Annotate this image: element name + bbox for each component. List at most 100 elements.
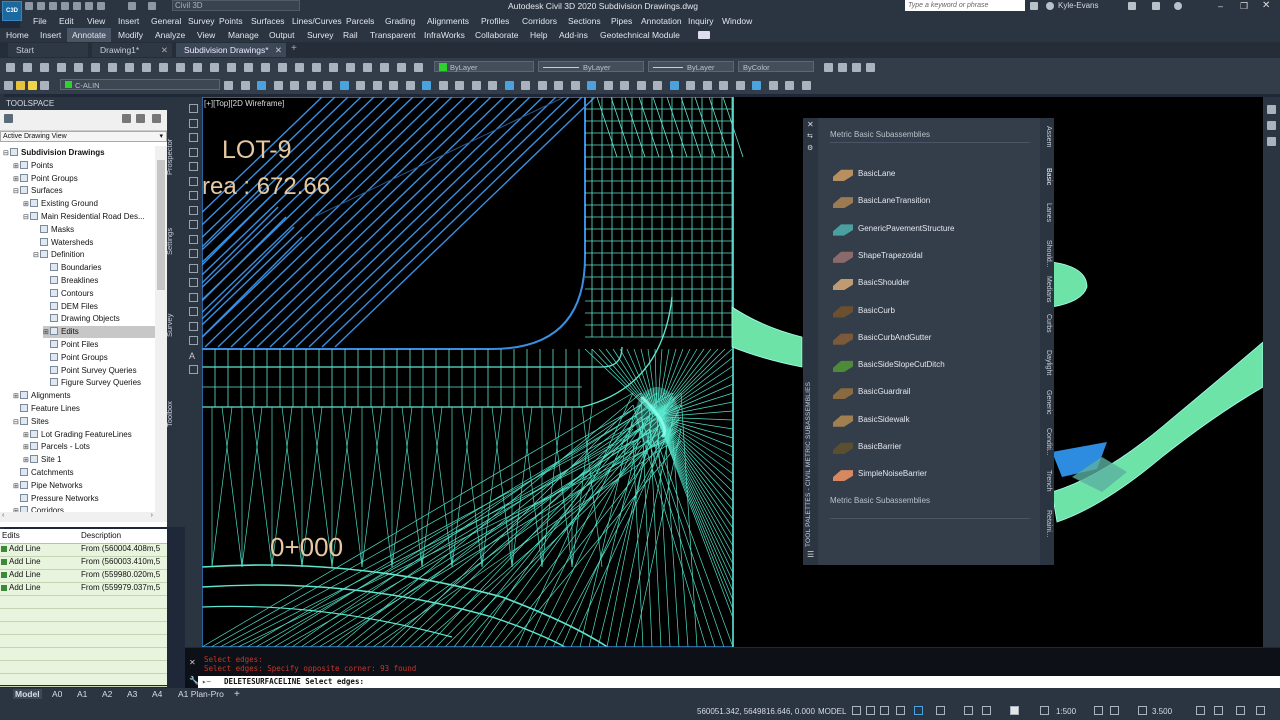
civil-tool-23-icon[interactable] bbox=[587, 81, 596, 90]
side-tab-settings[interactable]: Settings bbox=[165, 228, 174, 255]
plot-icon[interactable] bbox=[97, 2, 105, 10]
menu-points[interactable]: Points bbox=[219, 16, 243, 26]
tree-node[interactable]: ⊟ Definition bbox=[33, 249, 84, 261]
ribbon-tab-view[interactable]: View bbox=[197, 30, 215, 40]
civil-tool-13-icon[interactable] bbox=[422, 81, 431, 90]
otrack-icon[interactable] bbox=[936, 706, 945, 715]
restore-icon[interactable]: ❐ bbox=[1240, 1, 1248, 12]
palette-tab-daylight[interactable]: Daylight bbox=[1045, 350, 1052, 375]
layer-lock-icon[interactable] bbox=[40, 81, 49, 90]
expand-toggle-icon[interactable]: ⊞ bbox=[13, 481, 20, 493]
tree-node[interactable]: Feature Lines bbox=[13, 403, 80, 415]
menu-grading[interactable]: Grading bbox=[385, 16, 415, 26]
tab-layout-a4[interactable]: A4 bbox=[152, 689, 162, 699]
tree-node[interactable]: Drawing Objects bbox=[43, 313, 120, 325]
edit-row[interactable]: Add Line From (559980.020m,5 bbox=[0, 569, 167, 583]
palette-tab-curbs[interactable]: Curbs bbox=[1045, 314, 1052, 333]
civil-tool-9-icon[interactable] bbox=[356, 81, 365, 90]
close-tab-icon[interactable]: ✕ bbox=[275, 43, 282, 57]
close-tab-icon[interactable]: ✕ bbox=[161, 43, 168, 57]
polygon-icon[interactable] bbox=[189, 176, 198, 186]
region-icon[interactable] bbox=[189, 321, 198, 331]
tree-node[interactable]: ⊞ Points bbox=[13, 160, 53, 172]
annotation-scale-icon[interactable] bbox=[1040, 706, 1049, 715]
open-icon[interactable] bbox=[37, 2, 45, 10]
save-web-icon[interactable] bbox=[85, 2, 93, 10]
match-icon[interactable] bbox=[176, 63, 185, 72]
isolate-icon[interactable] bbox=[1214, 706, 1223, 715]
undo-icon[interactable] bbox=[128, 2, 136, 10]
col-description[interactable]: Description bbox=[81, 531, 121, 540]
search-input[interactable]: Type a keyword or phrase bbox=[905, 0, 1025, 11]
palette-close-icon[interactable]: ✕ bbox=[807, 120, 814, 129]
tree-node[interactable]: ⊞ Edits bbox=[43, 326, 155, 339]
grid-icon[interactable] bbox=[852, 706, 861, 715]
layer-properties-icon[interactable] bbox=[4, 81, 13, 90]
ribbon-tab-annotate[interactable]: Annotate bbox=[72, 30, 106, 40]
polar-icon[interactable] bbox=[896, 706, 905, 715]
new-icon[interactable] bbox=[6, 63, 15, 72]
side-tab-prospector[interactable]: Prospector bbox=[165, 139, 174, 175]
expand-toggle-icon[interactable]: ⊟ bbox=[13, 417, 20, 429]
annotation-visibility-icon[interactable] bbox=[1010, 706, 1019, 715]
civil-tool-2-icon[interactable] bbox=[240, 81, 250, 90]
layer-sun-icon[interactable] bbox=[28, 81, 37, 90]
civil-tool-20-icon[interactable] bbox=[537, 81, 547, 90]
tab-model[interactable]: Model bbox=[13, 689, 42, 699]
undo-icon[interactable] bbox=[210, 63, 219, 72]
tree-node[interactable]: ⊞ Pipe Networks bbox=[13, 480, 83, 492]
point-icon[interactable] bbox=[189, 278, 198, 287]
palette-tab-lanes[interactable]: Lanes bbox=[1045, 203, 1052, 222]
user-icon[interactable] bbox=[1046, 2, 1054, 10]
command-input[interactable]: ▸~ DELETESURFACELINE Select edges: bbox=[198, 676, 1280, 688]
civil-tool-16-icon[interactable] bbox=[471, 81, 481, 90]
ribbon-tab-output[interactable]: Output bbox=[269, 30, 295, 40]
arc-icon[interactable] bbox=[189, 147, 198, 157]
new-icon[interactable] bbox=[25, 2, 33, 10]
gradient-icon[interactable] bbox=[189, 307, 198, 316]
lineweight-combo[interactable]: ByLayer bbox=[648, 61, 734, 72]
ortho-icon[interactable] bbox=[880, 706, 889, 715]
layer-combo[interactable]: C-ALIN bbox=[60, 79, 220, 90]
civil-tool-25-icon[interactable] bbox=[620, 81, 629, 90]
gear-icon[interactable] bbox=[1094, 706, 1103, 715]
civil-tool-10-icon[interactable] bbox=[372, 81, 382, 90]
civil-tool-35-icon[interactable] bbox=[785, 81, 794, 90]
menu-general[interactable]: General bbox=[151, 16, 181, 26]
quickcalc-icon[interactable] bbox=[397, 63, 406, 72]
tree-node[interactable]: ⊞ Point Groups bbox=[13, 173, 78, 185]
civil-tool-29-icon[interactable] bbox=[686, 81, 695, 90]
paste-icon[interactable] bbox=[159, 63, 168, 72]
revcloud-icon[interactable] bbox=[189, 191, 198, 200]
palette-tab-conditi[interactable]: Conditi... bbox=[1045, 428, 1052, 456]
spline-icon[interactable] bbox=[189, 205, 198, 215]
tree-node[interactable]: ⊟ Subdivision Drawings bbox=[3, 147, 105, 159]
tree-node[interactable]: Breaklines bbox=[43, 275, 98, 287]
menu-profiles[interactable]: Profiles bbox=[481, 16, 509, 26]
tree-node[interactable]: Boundaries bbox=[43, 262, 101, 274]
binoculars-icon[interactable] bbox=[1030, 2, 1038, 10]
expand-toggle-icon[interactable]: ⊞ bbox=[23, 442, 30, 454]
col-edits[interactable]: Edits bbox=[2, 531, 20, 540]
civil-tool-11-icon[interactable] bbox=[389, 81, 398, 90]
civil-tool-6-icon[interactable] bbox=[306, 81, 316, 90]
tree-node[interactable]: ⊞ Parcels - Lots bbox=[23, 441, 90, 453]
3d-print-icon[interactable] bbox=[108, 63, 117, 72]
ribbon-tab-modify[interactable]: Modify bbox=[118, 30, 143, 40]
redo-icon[interactable] bbox=[227, 63, 236, 72]
exchange-icon[interactable] bbox=[1152, 2, 1160, 10]
ribbon-tab-infraworks[interactable]: InfraWorks bbox=[424, 30, 465, 40]
design-center-icon[interactable] bbox=[329, 63, 338, 72]
3d-osnap-icon[interactable] bbox=[982, 706, 991, 715]
menu-view[interactable]: View bbox=[87, 16, 105, 26]
tree-node[interactable]: DEM Files bbox=[43, 301, 98, 313]
layer-bulb-icon[interactable] bbox=[16, 81, 25, 90]
civil-tool-24-icon[interactable] bbox=[603, 81, 613, 90]
civil-tool-32-icon[interactable] bbox=[735, 81, 745, 90]
plus-icon[interactable] bbox=[1110, 706, 1119, 715]
rectangle-icon[interactable] bbox=[189, 162, 198, 171]
osnap-icon[interactable] bbox=[914, 706, 923, 715]
scroll-right-icon[interactable]: › bbox=[151, 512, 153, 519]
customize-statusbar-icon[interactable] bbox=[1256, 706, 1265, 715]
anno-monitor-icon[interactable] bbox=[1138, 706, 1147, 715]
